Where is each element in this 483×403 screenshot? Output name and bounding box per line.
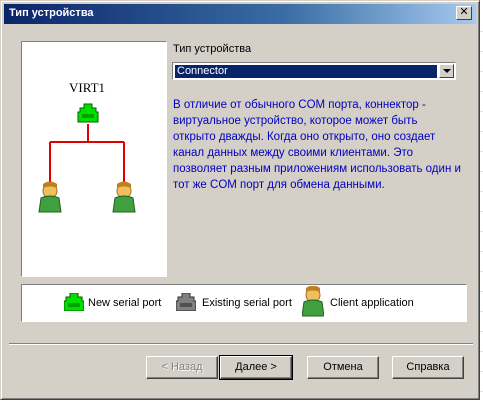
legend-client-app-label: Client application <box>330 297 414 309</box>
help-button[interactable]: Справка <box>392 356 464 379</box>
client-application-icon <box>112 181 136 213</box>
close-icon: ✕ <box>459 6 469 18</box>
new-serial-port-icon <box>77 103 99 123</box>
close-button[interactable]: ✕ <box>456 6 472 20</box>
device-type-label: Тип устройства <box>173 43 252 55</box>
client-application-icon <box>302 286 324 317</box>
cancel-button[interactable]: Отмена <box>307 356 379 379</box>
device-description: В отличие от обычного COM порта, коннект… <box>173 99 461 191</box>
legend-existing-port-label: Existing serial port <box>202 297 292 309</box>
diagram-panel: VIRT1 <box>21 41 167 277</box>
connector-lines <box>49 124 125 184</box>
device-type-select[interactable]: Connector <box>172 62 456 80</box>
new-serial-port-icon <box>64 293 84 311</box>
legend-panel: New serial port Existing serial port Cli… <box>21 284 467 322</box>
client-application-icon <box>38 181 62 213</box>
title-bar[interactable]: Тип устройства ✕ <box>4 4 476 24</box>
device-type-selected-value: Connector <box>175 65 437 78</box>
separator <box>9 343 473 345</box>
chevron-down-icon[interactable] <box>439 64 454 78</box>
device-type-dialog: Тип устройства ✕ VIRT1 Тип устройства Co… <box>0 0 480 400</box>
connector-diagram <box>38 103 136 213</box>
legend-new-port-label: New serial port <box>88 297 162 309</box>
next-button[interactable]: Далее > <box>219 355 293 380</box>
back-button[interactable]: < Назад <box>146 356 218 379</box>
window-title: Тип устройства <box>9 7 94 19</box>
existing-serial-port-icon <box>176 293 196 311</box>
